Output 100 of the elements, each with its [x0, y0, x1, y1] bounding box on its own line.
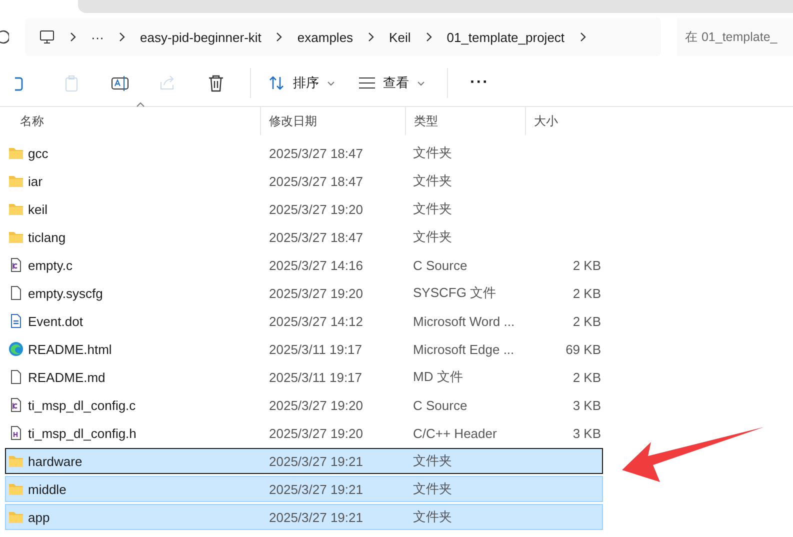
modified-date: 2025/3/27 14:16 [268, 258, 364, 272]
chevron-right-icon [578, 32, 587, 42]
file-name: README.md [28, 370, 106, 384]
document-icon [8, 313, 24, 329]
chevron-right-icon [275, 32, 284, 42]
breadcrumb-item[interactable]: Keil [375, 30, 425, 44]
file-name: ticlang [28, 230, 66, 244]
address-bar[interactable]: ··· easy-pid-beginner-kit examples Keil 01_template_project [25, 18, 661, 56]
list-icon [359, 77, 375, 89]
file-name: README.html [28, 342, 112, 356]
file-type: 文件夹 [412, 452, 453, 470]
rename-icon[interactable] [111, 74, 129, 92]
file-row[interactable]: Event.dot 2025/3/27 14:12 Microsoft Word ... 2 KB [5, 308, 603, 334]
file-name: iar [28, 174, 42, 188]
file-size: 69 KB [564, 342, 602, 356]
file-row[interactable]: empty.c 2025/3/27 14:16 C Source 2 KB [5, 252, 603, 278]
file-type: 文件夹 [412, 144, 453, 162]
file-type: 文件夹 [412, 228, 453, 246]
file-type: 文件夹 [412, 172, 453, 190]
modified-date: 2025/3/11 19:17 [268, 342, 364, 356]
modified-date: 2025/3/27 18:47 [268, 230, 364, 244]
folder-icon [8, 509, 24, 525]
sort-button[interactable]: 排序 [261, 65, 343, 101]
modified-date: 2025/3/27 18:47 [268, 146, 364, 160]
column-header[interactable]: 大小 [525, 107, 606, 135]
file-row[interactable]: ti_msp_dl_config.h 2025/3/27 19:20 C/C++ Header 3 KB [5, 420, 603, 446]
file-row[interactable]: middle 2025/3/27 19:21 文件夹 [5, 476, 603, 502]
file-row[interactable]: ticlang 2025/3/27 18:47 文件夹 [5, 224, 603, 250]
file-name: middle [28, 482, 66, 496]
more-button[interactable]: ··· [458, 65, 501, 101]
file-size: 3 KB [572, 426, 602, 440]
file-size: 2 KB [572, 258, 602, 272]
file-type: 文件夹 [412, 200, 453, 218]
file-row[interactable]: ti_msp_dl_config.c 2025/3/27 19:20 C Source 3 KB [5, 392, 603, 418]
folder-icon [8, 229, 24, 245]
file-type: C Source [412, 258, 468, 272]
c-file-icon [8, 397, 24, 413]
folder-icon [8, 201, 24, 217]
modified-date: 2025/3/27 19:21 [268, 510, 364, 524]
column-header[interactable]: 类型 [405, 107, 525, 135]
refresh-icon[interactable] [0, 30, 9, 44]
modified-date: 2025/3/27 14:12 [268, 314, 364, 328]
file-row[interactable]: app 2025/3/27 19:21 文件夹 [5, 504, 603, 530]
file-row[interactable]: empty.syscfg 2025/3/27 19:20 SYSCFG 文件 2 KB [5, 280, 603, 306]
modified-date: 2025/3/27 19:20 [268, 286, 364, 300]
file-name: gcc [28, 146, 48, 160]
file-name: ti_msp_dl_config.c [28, 398, 136, 412]
modified-date: 2025/3/27 19:21 [268, 482, 364, 496]
file-type: SYSCFG 文件 [412, 284, 498, 302]
file-type: C Source [412, 398, 468, 412]
file-row[interactable]: iar 2025/3/27 18:47 文件夹 [5, 168, 603, 194]
folder-icon [8, 145, 24, 161]
chevron-right-icon [424, 32, 433, 42]
file-name: Event.dot [28, 314, 83, 328]
chevron-right-icon [69, 32, 77, 42]
file-row[interactable]: README.md 2025/3/11 19:17 MD 文件 2 KB [5, 364, 603, 390]
computer-icon[interactable] [39, 29, 55, 45]
file-type: 文件夹 [412, 480, 453, 498]
modified-date: 2025/3/11 19:17 [268, 370, 364, 384]
search-field[interactable]: 在 01_template_ [677, 18, 793, 56]
breadcrumb-item[interactable]: easy-pid-beginner-kit [126, 30, 276, 44]
file-size: 2 KB [572, 370, 602, 384]
breadcrumb-item[interactable]: examples [283, 30, 368, 44]
file-name: empty.c [28, 258, 73, 272]
modified-date: 2025/3/27 19:20 [268, 426, 364, 440]
file-type: Microsoft Word ... [412, 314, 516, 328]
file-type: 文件夹 [412, 508, 453, 526]
file-name: hardware [28, 454, 82, 468]
file-icon [8, 369, 24, 385]
sort-ascending-icon [136, 102, 145, 107]
column-header[interactable]: 名称 [5, 107, 260, 135]
folder-icon [8, 481, 24, 497]
file-name: empty.syscfg [28, 286, 103, 300]
caret-icon [417, 80, 425, 86]
sort-icon [269, 75, 285, 91]
modified-date: 2025/3/27 19:20 [268, 202, 364, 216]
file-size: 2 KB [572, 286, 602, 300]
file-size: 3 KB [572, 398, 602, 412]
file-type: MD 文件 [412, 368, 464, 386]
file-row[interactable]: keil 2025/3/27 19:20 文件夹 [5, 196, 603, 222]
view-button[interactable]: 查看 [351, 65, 433, 101]
breadcrumb-item[interactable]: 01_template_project [432, 30, 579, 44]
file-name: ti_msp_dl_config.h [28, 426, 136, 440]
modified-date: 2025/3/27 19:21 [268, 454, 364, 468]
folder-icon [8, 173, 24, 189]
file-row[interactable]: gcc 2025/3/27 18:47 文件夹 [5, 140, 603, 166]
modified-date: 2025/3/27 18:47 [268, 174, 364, 188]
c-file-icon [8, 257, 24, 273]
file-type: C/C++ Header [412, 426, 498, 440]
file-row[interactable]: hardware 2025/3/27 19:21 文件夹 [5, 448, 603, 474]
column-header[interactable]: 修改日期 [260, 107, 405, 135]
file-row[interactable]: README.html 2025/3/11 19:17 Microsoft Edge ... 69 KB [5, 336, 603, 362]
folder-icon [8, 453, 24, 469]
file-type: Microsoft Edge ... [412, 342, 516, 356]
caret-icon [327, 80, 335, 86]
breadcrumb-item[interactable]: ··· [77, 30, 118, 44]
delete-icon[interactable] [207, 74, 225, 92]
chevron-right-icon [367, 32, 376, 42]
file-size: 2 KB [572, 314, 602, 328]
file-name: app [28, 510, 50, 524]
